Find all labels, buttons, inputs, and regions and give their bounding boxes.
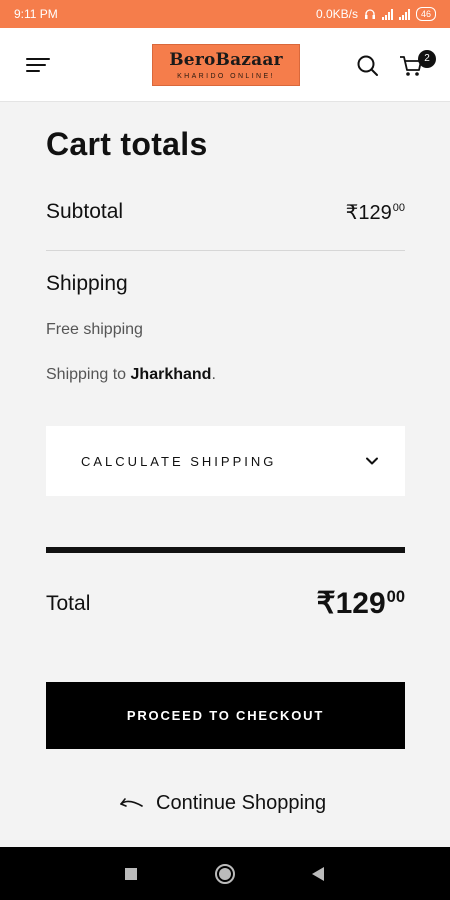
signal-icon-2 [398, 8, 410, 20]
total-label: Total [46, 592, 91, 615]
chevron-down-icon [366, 457, 378, 465]
recents-icon [125, 867, 137, 880]
total-decimals: 00 [386, 588, 405, 606]
cart-count-badge: 2 [418, 50, 436, 68]
status-icons: 0.0KB/s 46 [316, 7, 436, 21]
subtotal-label: Subtotal [46, 200, 124, 223]
subtotal-decimals: 00 [392, 202, 405, 214]
return-arrow-icon [120, 797, 143, 807]
headphones-icon [364, 9, 375, 19]
free-shipping-text: Free shipping [46, 321, 143, 338]
calculate-shipping-toggle[interactable]: CALCULATE SHIPPING [46, 426, 405, 496]
logo-title: BeroBazaar [169, 50, 283, 70]
back-icon [312, 866, 324, 881]
system-nav-bar [0, 847, 450, 900]
shipping-to-suffix: . [211, 366, 216, 383]
total-currency: ₹ [316, 587, 336, 620]
shipping-state: Jharkhand [130, 366, 212, 383]
logo-subtitle: KHARIDO ONLINE! [177, 73, 275, 80]
total-amount: ₹12900 [316, 586, 405, 621]
shipping-to-prefix: Shipping to [46, 366, 131, 383]
subtotal-value: 129 [358, 202, 392, 224]
back-button[interactable] [288, 847, 348, 900]
status-time: 9:11 PM [14, 7, 58, 21]
home-icon [215, 863, 235, 884]
search-icon [357, 55, 378, 76]
brand-logo[interactable]: BeroBazaar KHARIDO ONLINE! [152, 44, 300, 86]
proceed-to-checkout-button[interactable]: PROCEED TO CHECKOUT [46, 682, 405, 749]
divider [46, 250, 405, 251]
calculate-shipping-label: CALCULATE SHIPPING [81, 453, 277, 469]
network-speed: 0.0KB/s [315, 7, 358, 21]
divider-thick [46, 547, 405, 553]
status-bar: 9:11 PM 0.0KB/s 46 [0, 0, 450, 28]
recents-button[interactable] [101, 847, 161, 900]
signal-icon [381, 8, 393, 20]
page-title: Cart totals [46, 126, 208, 162]
shipping-destination: Shipping to Jharkhand. [46, 366, 216, 384]
shipping-label: Shipping [46, 272, 128, 295]
subtotal-amount: ₹12900 [346, 200, 405, 225]
continue-shopping-link[interactable]: Continue Shopping [118, 792, 326, 815]
home-button[interactable] [195, 847, 255, 900]
battery-icon: 46 [415, 7, 436, 21]
search-button[interactable] [356, 54, 380, 78]
menu-button[interactable] [26, 55, 52, 75]
total-value: 129 [335, 587, 386, 620]
app-header: BeroBazaar KHARIDO ONLINE! 2 [0, 28, 450, 102]
subtotal-currency: ₹ [345, 202, 359, 224]
continue-shopping-label: Continue Shopping [156, 792, 327, 814]
